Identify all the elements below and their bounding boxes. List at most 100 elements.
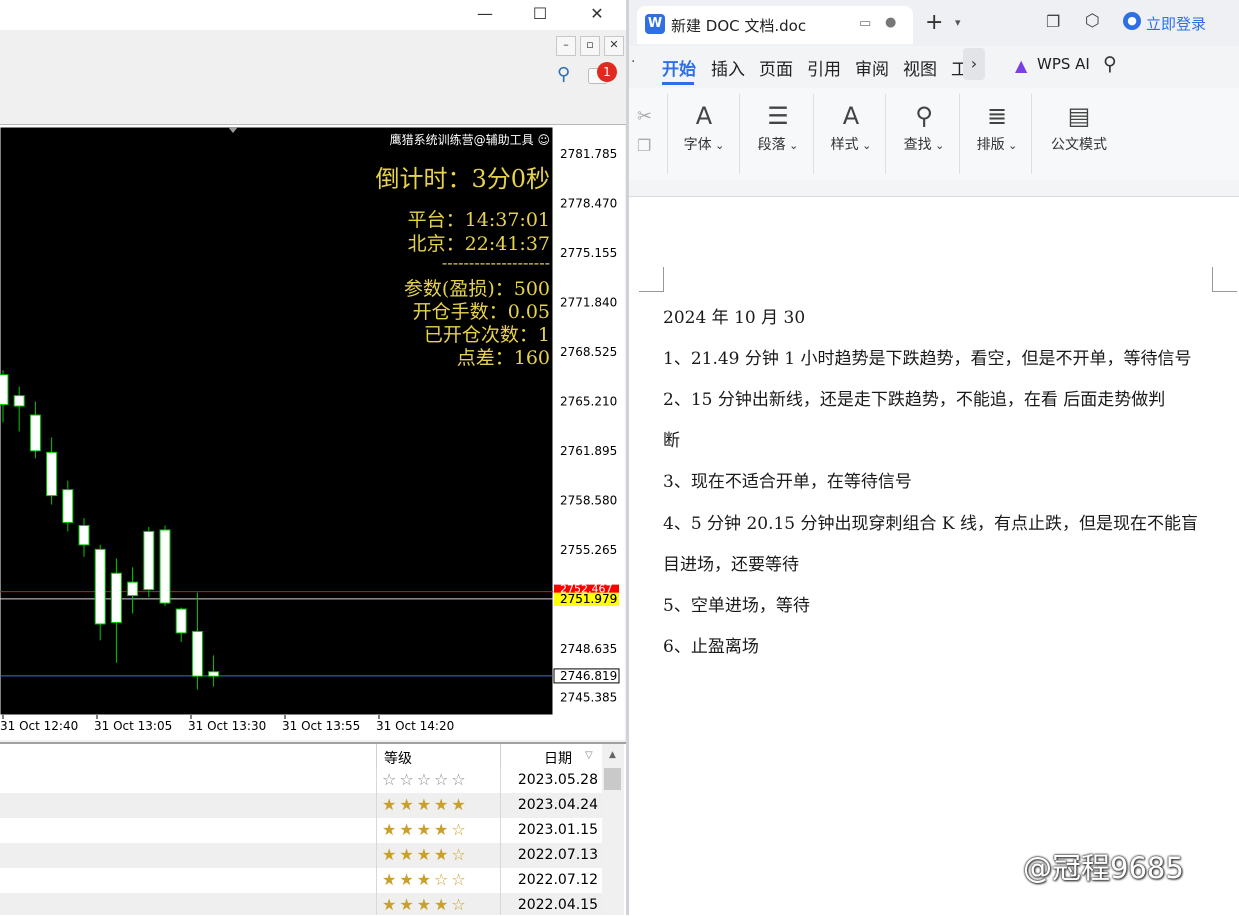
menu-tab-4[interactable]: 审阅: [855, 55, 889, 80]
unsaved-dot-icon[interactable]: ●: [885, 15, 896, 30]
menu-tab-3[interactable]: 引用: [807, 55, 841, 80]
time-axis-label: 31 Oct 12:40: [0, 719, 78, 733]
wps-ai-button[interactable]: WPS AI: [1037, 55, 1090, 73]
document-line: 目进场，还要等待: [663, 555, 799, 575]
user-icon[interactable]: ●: [1123, 12, 1141, 30]
ribbon-button-3[interactable]: ⚲ 查找 ⌄: [893, 100, 955, 170]
ribbon-separator: [959, 94, 960, 174]
document-line: 3、现在不适合开单，在等待信号: [663, 472, 912, 492]
document-page[interactable]: 2024 年 10 月 30 1、21.49 分钟 1 小时趋势是下跌趋势，看空，…: [629, 196, 1239, 916]
menu-dot-icon[interactable]: ·: [631, 54, 635, 70]
notification-badge: 1: [597, 62, 617, 82]
ribbon-button-5[interactable]: ▤ 公文模式: [1039, 100, 1119, 170]
table-row[interactable]: ★★★★★ 2023.04.24: [0, 793, 602, 819]
ribbon-button-4[interactable]: ≣ 排版 ⌄: [966, 100, 1028, 170]
login-link[interactable]: 立即登录: [1146, 13, 1206, 34]
chevron-down-icon: ⌄: [711, 139, 725, 152]
countdown-label: 倒计时：: [375, 165, 472, 193]
maximize-button[interactable]: ☐: [517, 0, 563, 30]
cell-divider: [376, 768, 377, 793]
candle-body: [78, 524, 90, 546]
close-button[interactable]: ✕: [574, 0, 620, 30]
row-date: 2022.07.13: [517, 847, 598, 863]
bid-price-label: 2751.979: [560, 592, 617, 606]
menu-tab-1[interactable]: 插入: [711, 55, 745, 80]
table-row[interactable]: ★★★★☆ 2022.07.13: [0, 843, 602, 869]
chevron-down-icon: ⌄: [858, 139, 872, 152]
rating-stars: ☆☆☆☆☆: [382, 770, 469, 789]
rating-stars: ★★★☆☆: [382, 870, 469, 889]
table-row[interactable]: ☆☆☆☆☆ 2023.05.28: [0, 768, 602, 794]
ribbon-icon-3: ⚲: [915, 102, 933, 130]
document-line: 2024 年 10 月 30: [663, 308, 806, 328]
chart-restore-button[interactable]: ▫: [580, 36, 600, 56]
chevron-down-icon: ⌄: [785, 139, 799, 152]
ribbon-label: 排版: [976, 137, 1005, 153]
document-line: 4、5 分钟 20.15 分钟出现穿刺组合 K 线，有点止跌，但是现在不能盲: [663, 514, 1199, 534]
row-date: 2023.04.24: [517, 797, 598, 813]
column-grade[interactable]: 等级: [384, 748, 412, 768]
cell-divider: [376, 818, 377, 843]
menu-tab-5[interactable]: 视图: [903, 55, 937, 80]
menu-tab-2[interactable]: 页面: [759, 55, 793, 80]
scrollbar-thumb[interactable]: [604, 768, 621, 790]
candle-body: [29, 414, 41, 452]
ribbon-label: 查找: [903, 137, 932, 153]
cell-divider: [500, 793, 501, 818]
platform-time: 平台：14:37:01: [408, 205, 550, 232]
document-line: 断: [663, 431, 680, 451]
minimize-button[interactable]: —: [462, 0, 508, 30]
search-icon[interactable]: ⚲: [557, 64, 570, 85]
new-tab-icon[interactable]: +: [925, 10, 943, 35]
candle-body: [46, 451, 58, 497]
candle-body: [143, 530, 155, 591]
cut-icon[interactable]: ✂: [637, 106, 652, 127]
ribbon-separator: [813, 94, 814, 174]
price-axis-label: 2771.840: [560, 296, 617, 310]
margin-corner-tl: [639, 267, 664, 292]
chart-minimize-button[interactable]: –: [556, 36, 576, 56]
cell-divider: [376, 868, 377, 893]
column-divider: [376, 744, 377, 768]
search-icon[interactable]: ⚲: [1103, 53, 1117, 75]
ribbon-separator: [1031, 94, 1032, 174]
price-axis-label: 2781.785: [560, 147, 617, 161]
divider: --------------------: [441, 253, 550, 272]
menu-tab-0[interactable]: 开始: [662, 55, 696, 80]
sort-icon[interactable]: ▽: [585, 750, 593, 761]
price-axis-label: 2748.635: [560, 642, 617, 656]
ribbon-label: 公文模式: [1051, 137, 1107, 153]
platform-label: 平台：: [407, 209, 465, 231]
ribbon-button-0[interactable]: A 字体 ⌄: [673, 100, 735, 170]
ribbon-button-2[interactable]: A 样式 ⌄: [820, 100, 882, 170]
wps-window: W 新建 DOC 文档.doc ▭ ● + ▾ ❐ ⬡ ● 立即登录 · 开始插…: [626, 0, 1239, 916]
cell-divider: [500, 893, 501, 915]
chevron-down-icon: ⌄: [1004, 139, 1018, 152]
table-row[interactable]: ★★★☆☆ 2022.07.12: [0, 868, 602, 894]
cube-icon[interactable]: ⬡: [1085, 11, 1100, 31]
beijing-time: 北京：22:41:37: [408, 229, 550, 256]
window-icon[interactable]: ❐: [1046, 12, 1060, 31]
chevron-down-icon[interactable]: ▾: [955, 16, 961, 29]
document-line: 5、空单进场，等待: [663, 596, 810, 616]
price-axis-label: 2758.580: [560, 493, 617, 507]
ribbon-label: 样式: [830, 137, 859, 153]
monitor-icon[interactable]: ▭: [859, 16, 871, 31]
menu-scroll-right-icon[interactable]: ›: [963, 48, 985, 80]
table-row[interactable]: ★★★★☆ 2023.01.15: [0, 818, 602, 844]
chart-close-button[interactable]: ✕: [604, 36, 624, 56]
platform-time-value: 14:37:01: [464, 209, 550, 231]
price-axis-label: 2775.155: [560, 246, 617, 260]
document-line: 2、15 分钟出新线，还是走下跌趋势，不能追，在看 后面走势做判: [663, 390, 1166, 410]
ribbon-button-1[interactable]: ☰ 段落 ⌄: [747, 100, 809, 170]
scrollbar[interactable]: ▲: [602, 744, 624, 915]
table-row[interactable]: ★★★★☆ 2022.04.15: [0, 893, 602, 915]
candle-body: [175, 608, 187, 634]
cell-divider: [500, 768, 501, 793]
scroll-up-icon[interactable]: ▲: [604, 750, 621, 762]
copy-icon[interactable]: ❐: [637, 136, 651, 155]
time-axis-label: 31 Oct 13:55: [282, 719, 360, 733]
rating-stars: ★★★★★: [382, 795, 469, 814]
document-tab[interactable]: W 新建 DOC 文档.doc ▭ ●: [637, 6, 913, 44]
column-date[interactable]: 日期: [544, 748, 572, 768]
